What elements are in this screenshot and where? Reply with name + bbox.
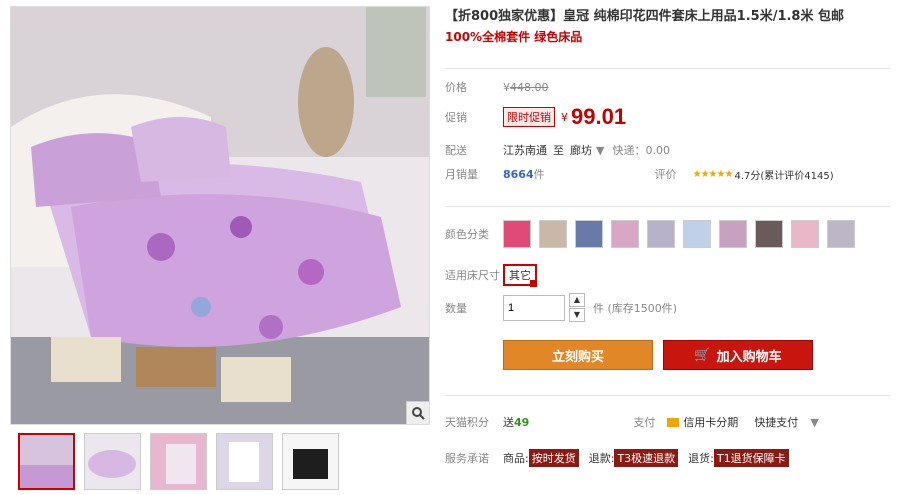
zoom-icon[interactable] [406, 401, 429, 424]
quick-pay-link[interactable]: 快捷支付 [754, 414, 798, 430]
cart-icon: 🛒 [694, 347, 711, 363]
main-product-image[interactable] [10, 6, 430, 425]
color-swatch-4[interactable] [611, 220, 639, 248]
color-row: 颜色分类 [445, 220, 863, 248]
color-swatch-3[interactable] [575, 220, 603, 248]
service-prefix-refund: 退款: [588, 452, 615, 465]
price-row: 价格 ¥ 448.00 [445, 79, 549, 95]
size-row: 适用床尺寸 其它 [445, 264, 537, 287]
currency-symbol: ¥ [503, 80, 510, 94]
check-icon [530, 280, 537, 287]
chevron-down-icon[interactable]: ▼ [810, 416, 818, 429]
pay-label: 支付 [633, 416, 656, 429]
review-label: 评价 [654, 168, 677, 181]
buy-now-label: 立刻购买 [551, 349, 604, 365]
destination-value: 廊坊 [570, 144, 592, 157]
price-label: 价格 [445, 81, 467, 94]
ship-from: 江苏南通 [503, 144, 547, 157]
express-fee: 快递：0.00 [612, 144, 670, 157]
divider [445, 395, 890, 396]
promo-tag: 限时促销 [503, 107, 555, 127]
sales-row: 月销量 8664 件 评价 ★★★★★ 4.7分(累计评价4145) [445, 166, 834, 182]
add-to-cart-button[interactable]: 🛒 加入购物车 [663, 340, 813, 370]
color-swatch-9[interactable] [791, 220, 819, 248]
service-prefix-goods: 商品: [503, 452, 529, 465]
thumbnail-2[interactable] [84, 433, 141, 490]
points-value: 49 [514, 415, 530, 429]
service-label: 服务承诺 [445, 452, 489, 465]
rating-score-link[interactable]: 4.7分(累计评价4145) [734, 167, 833, 182]
thumbnail-1[interactable] [18, 433, 75, 490]
increment-button[interactable]: ▲ [569, 293, 585, 307]
quantity-row: 数量 ▲ ▼ 件 (库存1500件) [445, 293, 677, 323]
color-swatch-7[interactable] [719, 220, 747, 248]
stock-info: 件 (库存1500件) [593, 302, 678, 315]
promo-label: 促销 [445, 111, 467, 124]
quantity-stepper: ▲ ▼ [569, 293, 585, 323]
service-prefix-return: 退货: [688, 452, 714, 465]
service-tag-refund[interactable]: T3极速退款 [614, 449, 679, 467]
promo-row: 促销 限时促销 ¥ 99.01 [445, 104, 626, 130]
sales-unit: 件 [533, 168, 545, 181]
product-title: 【折800独家优惠】皇冠 纯棉印花四件套床上用品1.5米/1.8米 包邮 [445, 9, 844, 24]
quantity-input[interactable] [503, 295, 565, 321]
credit-installment-link[interactable]: 信用卡分期 [683, 414, 738, 430]
size-label: 适用床尺寸 [445, 269, 500, 282]
divider [445, 68, 890, 69]
color-swatch-10[interactable] [827, 220, 855, 248]
ship-to-word: 至 [553, 144, 564, 157]
service-row: 服务承诺 商品: 按时发货 退款: T3极速退款 退货: T1退货保障卡 [445, 449, 799, 467]
bedroom-photo [11, 7, 429, 424]
thumbnail-3[interactable] [150, 433, 207, 490]
shipping-row: 配送 江苏南通 至 廊坊 ▼ 快递：0.00 [445, 142, 670, 158]
currency-symbol: ¥ [561, 110, 568, 124]
thumbnail-5[interactable] [282, 433, 339, 490]
thumbnail-4[interactable] [216, 433, 273, 490]
decrement-button[interactable]: ▼ [569, 308, 585, 322]
color-label: 颜色分类 [445, 228, 489, 241]
divider [445, 206, 890, 207]
thumbnail-strip [18, 433, 339, 490]
color-swatch-6[interactable] [683, 220, 711, 248]
service-tag-shipping[interactable]: 按时发货 [528, 449, 579, 467]
buy-now-button[interactable]: 立刻购买 [503, 340, 653, 370]
quantity-label: 数量 [445, 302, 467, 315]
sales-label: 月销量 [445, 168, 478, 181]
color-swatch-5[interactable] [647, 220, 675, 248]
product-subtitle: 100%全棉套件 绿色床品 [445, 30, 583, 44]
original-price: 448.00 [510, 80, 549, 94]
points-label: 天猫积分 [445, 416, 489, 429]
credit-card-icon [667, 417, 680, 427]
size-option-label: 其它 [509, 269, 531, 282]
add-to-cart-label: 加入购物车 [716, 349, 782, 365]
size-option[interactable]: 其它 [503, 264, 537, 287]
current-price: 99.01 [571, 104, 627, 129]
rating-stars-icon: ★★★★★ [692, 168, 734, 180]
points-row: 天猫积分 送 49 支付 信用卡分期 快捷支付 ▼ [445, 414, 819, 430]
color-swatch-1[interactable] [503, 220, 531, 248]
color-swatch-8[interactable] [755, 220, 783, 248]
destination-select[interactable]: 廊坊 ▼ [570, 142, 604, 158]
color-swatch-list [503, 220, 863, 248]
chevron-down-icon: ▼ [596, 144, 605, 157]
points-prefix: 送 [503, 416, 514, 429]
shipping-label: 配送 [445, 144, 467, 157]
color-swatch-2[interactable] [539, 220, 567, 248]
service-tag-return[interactable]: T1退货保障卡 [713, 449, 789, 467]
sales-count: 8664 [503, 167, 534, 181]
